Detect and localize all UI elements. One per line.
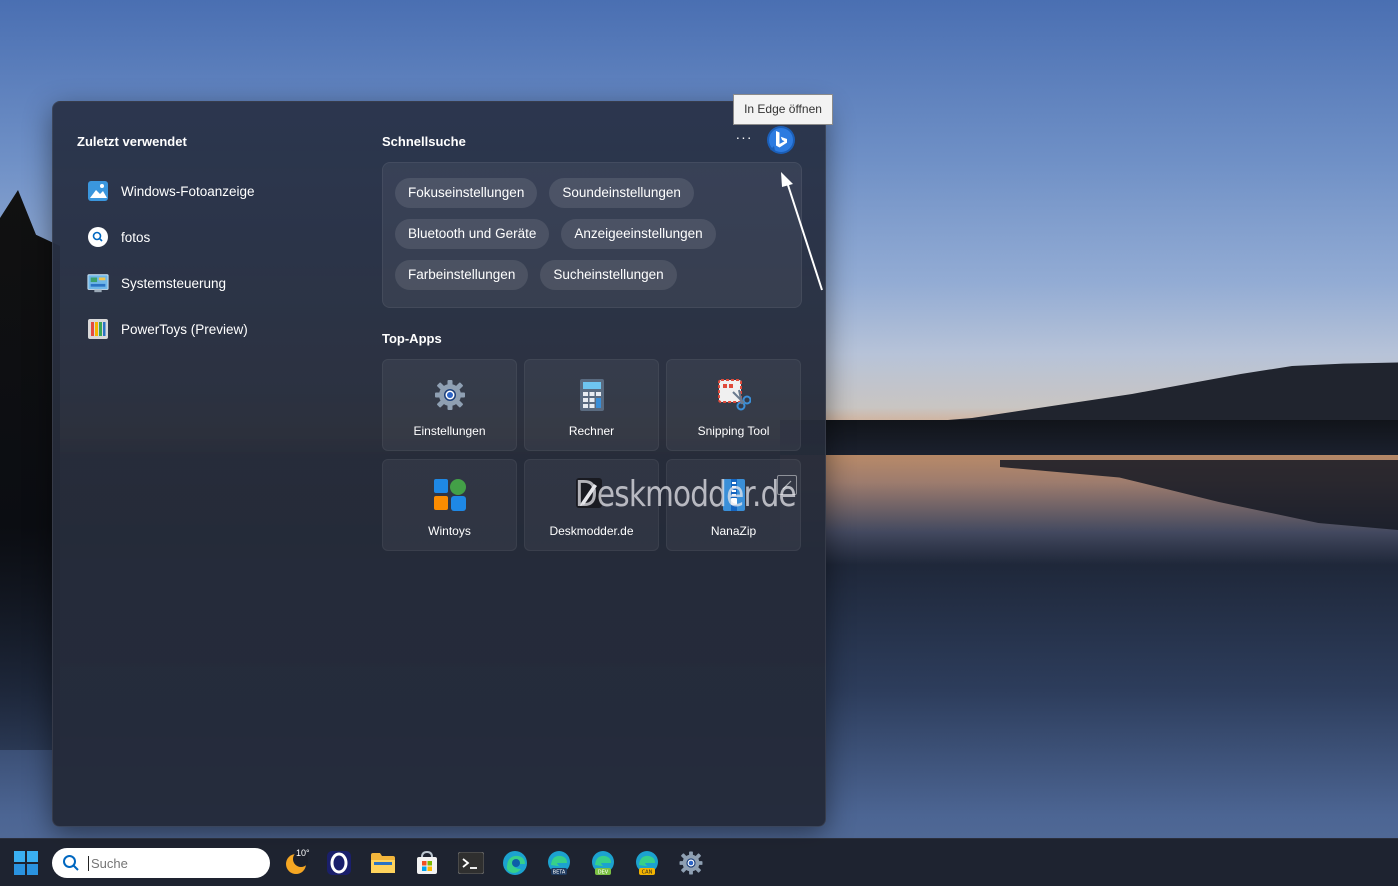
edge-dev-badge: DEV [598, 870, 609, 876]
edge-beta-badge: BETA [553, 870, 566, 876]
opera-icon [327, 851, 351, 875]
taskbar-store[interactable] [414, 850, 440, 876]
taskbar-edge[interactable] [502, 850, 528, 876]
chip-row: Farbeinstellungen Sucheinstellungen [395, 260, 677, 290]
annotation-arrow [770, 168, 830, 303]
taskbar-opera[interactable] [326, 850, 352, 876]
app-tile-snipping-tool[interactable]: Snipping Tool [666, 359, 801, 451]
chip-row: Fokuseinstellungen Soundeinstellungen [395, 178, 694, 208]
taskbar: 10° BETA DEV CAN [0, 838, 1398, 886]
calculator-icon [575, 378, 609, 412]
taskbar-edge-dev[interactable]: DEV [590, 850, 616, 876]
weather-temperature: 10° [296, 848, 310, 858]
photos-viewer-icon [87, 180, 109, 202]
bing-button[interactable] [765, 124, 797, 156]
chip-sound-settings[interactable]: Soundeinstellungen [549, 178, 694, 208]
app-tile-label: Rechner [568, 424, 615, 438]
taskbar-search-input[interactable] [88, 855, 248, 871]
more-options-button[interactable]: ··· [733, 130, 755, 150]
search-flyout: Zuletzt verwendet Windows-Fotoanzeige fo… [52, 101, 826, 827]
app-tile-label: Wintoys [428, 524, 471, 538]
recent-list: Windows-Fotoanzeige fotos Systemsteuerun… [87, 168, 255, 352]
watermark-text: Deskmodder.de [575, 474, 797, 515]
app-tile-wintoys[interactable]: Wintoys [382, 459, 517, 551]
start-button[interactable] [14, 851, 38, 875]
recent-item-control-panel[interactable]: Systemsteuerung [87, 260, 255, 306]
edge-dev-icon: DEV [592, 851, 614, 876]
chip-color-settings[interactable]: Farbeinstellungen [395, 260, 529, 290]
taskbar-edge-canary[interactable]: CAN [634, 850, 660, 876]
control-panel-icon [87, 272, 109, 294]
taskbar-settings[interactable] [678, 850, 704, 876]
powertoys-icon [87, 318, 109, 340]
edge-beta-icon: BETA [548, 851, 570, 876]
wallpaper-trees [0, 190, 60, 750]
taskbar-search-box[interactable] [52, 848, 270, 878]
recent-item-label: Systemsteuerung [121, 275, 227, 291]
watermark-pen-icon [782, 480, 792, 490]
recent-item-label: PowerToys (Preview) [121, 321, 248, 337]
terminal-icon [458, 852, 484, 874]
quick-search-title: Schnellsuche [382, 134, 466, 149]
edge-canary-icon: CAN [636, 851, 658, 876]
search-icon [87, 226, 109, 248]
windows-logo-icon [14, 851, 38, 875]
taskbar-edge-beta[interactable]: BETA [546, 850, 572, 876]
search-icon [63, 855, 79, 871]
quick-search-box: Fokuseinstellungen Soundeinstellungen Bl… [382, 162, 802, 308]
folder-icon [371, 853, 395, 873]
app-tile-label: NanaZip [710, 524, 757, 538]
edge-canary-badge: CAN [642, 870, 653, 876]
settings-gear-icon [433, 378, 467, 412]
chip-bluetooth-devices[interactable]: Bluetooth und Geräte [395, 219, 550, 249]
recent-item-photos-viewer[interactable]: Windows-Fotoanzeige [87, 168, 255, 214]
recent-section-title: Zuletzt verwendet [77, 134, 187, 149]
recent-item-powertoys[interactable]: PowerToys (Preview) [87, 306, 255, 352]
app-tile-label: Einstellungen [413, 424, 486, 438]
recent-item-fotos[interactable]: fotos [87, 214, 255, 260]
recent-item-label: fotos [121, 229, 151, 245]
wintoys-icon [433, 478, 467, 512]
wallpaper-shore [780, 420, 1398, 460]
watermark-box [777, 475, 797, 495]
settings-gear-icon [679, 851, 703, 875]
app-tile-settings[interactable]: Einstellungen [382, 359, 517, 451]
chip-search-settings[interactable]: Sucheinstellungen [540, 260, 677, 290]
taskbar-terminal[interactable] [458, 850, 484, 876]
taskbar-file-explorer[interactable] [370, 850, 396, 876]
top-apps-title: Top-Apps [382, 331, 442, 346]
chip-row: Bluetooth und Geräte Anzeigeeinstellunge… [395, 219, 716, 249]
chip-focus-settings[interactable]: Fokuseinstellungen [395, 178, 538, 208]
snipping-tool-icon [717, 378, 751, 412]
recent-item-label: Windows-Fotoanzeige [121, 183, 255, 199]
app-tile-calculator[interactable]: Rechner [524, 359, 659, 451]
top-apps-grid: Einstellungen Rechner Snipping Tool Wint… [382, 359, 804, 551]
open-in-edge-tooltip: In Edge öffnen [733, 94, 833, 125]
chip-display-settings[interactable]: Anzeigeeinstellungen [561, 219, 716, 249]
app-tile-label: Deskmodder.de [549, 524, 634, 538]
store-bag-icon [417, 851, 437, 874]
app-tile-label: Snipping Tool [697, 424, 770, 438]
bing-icon [767, 126, 795, 154]
edge-icon [503, 851, 527, 875]
